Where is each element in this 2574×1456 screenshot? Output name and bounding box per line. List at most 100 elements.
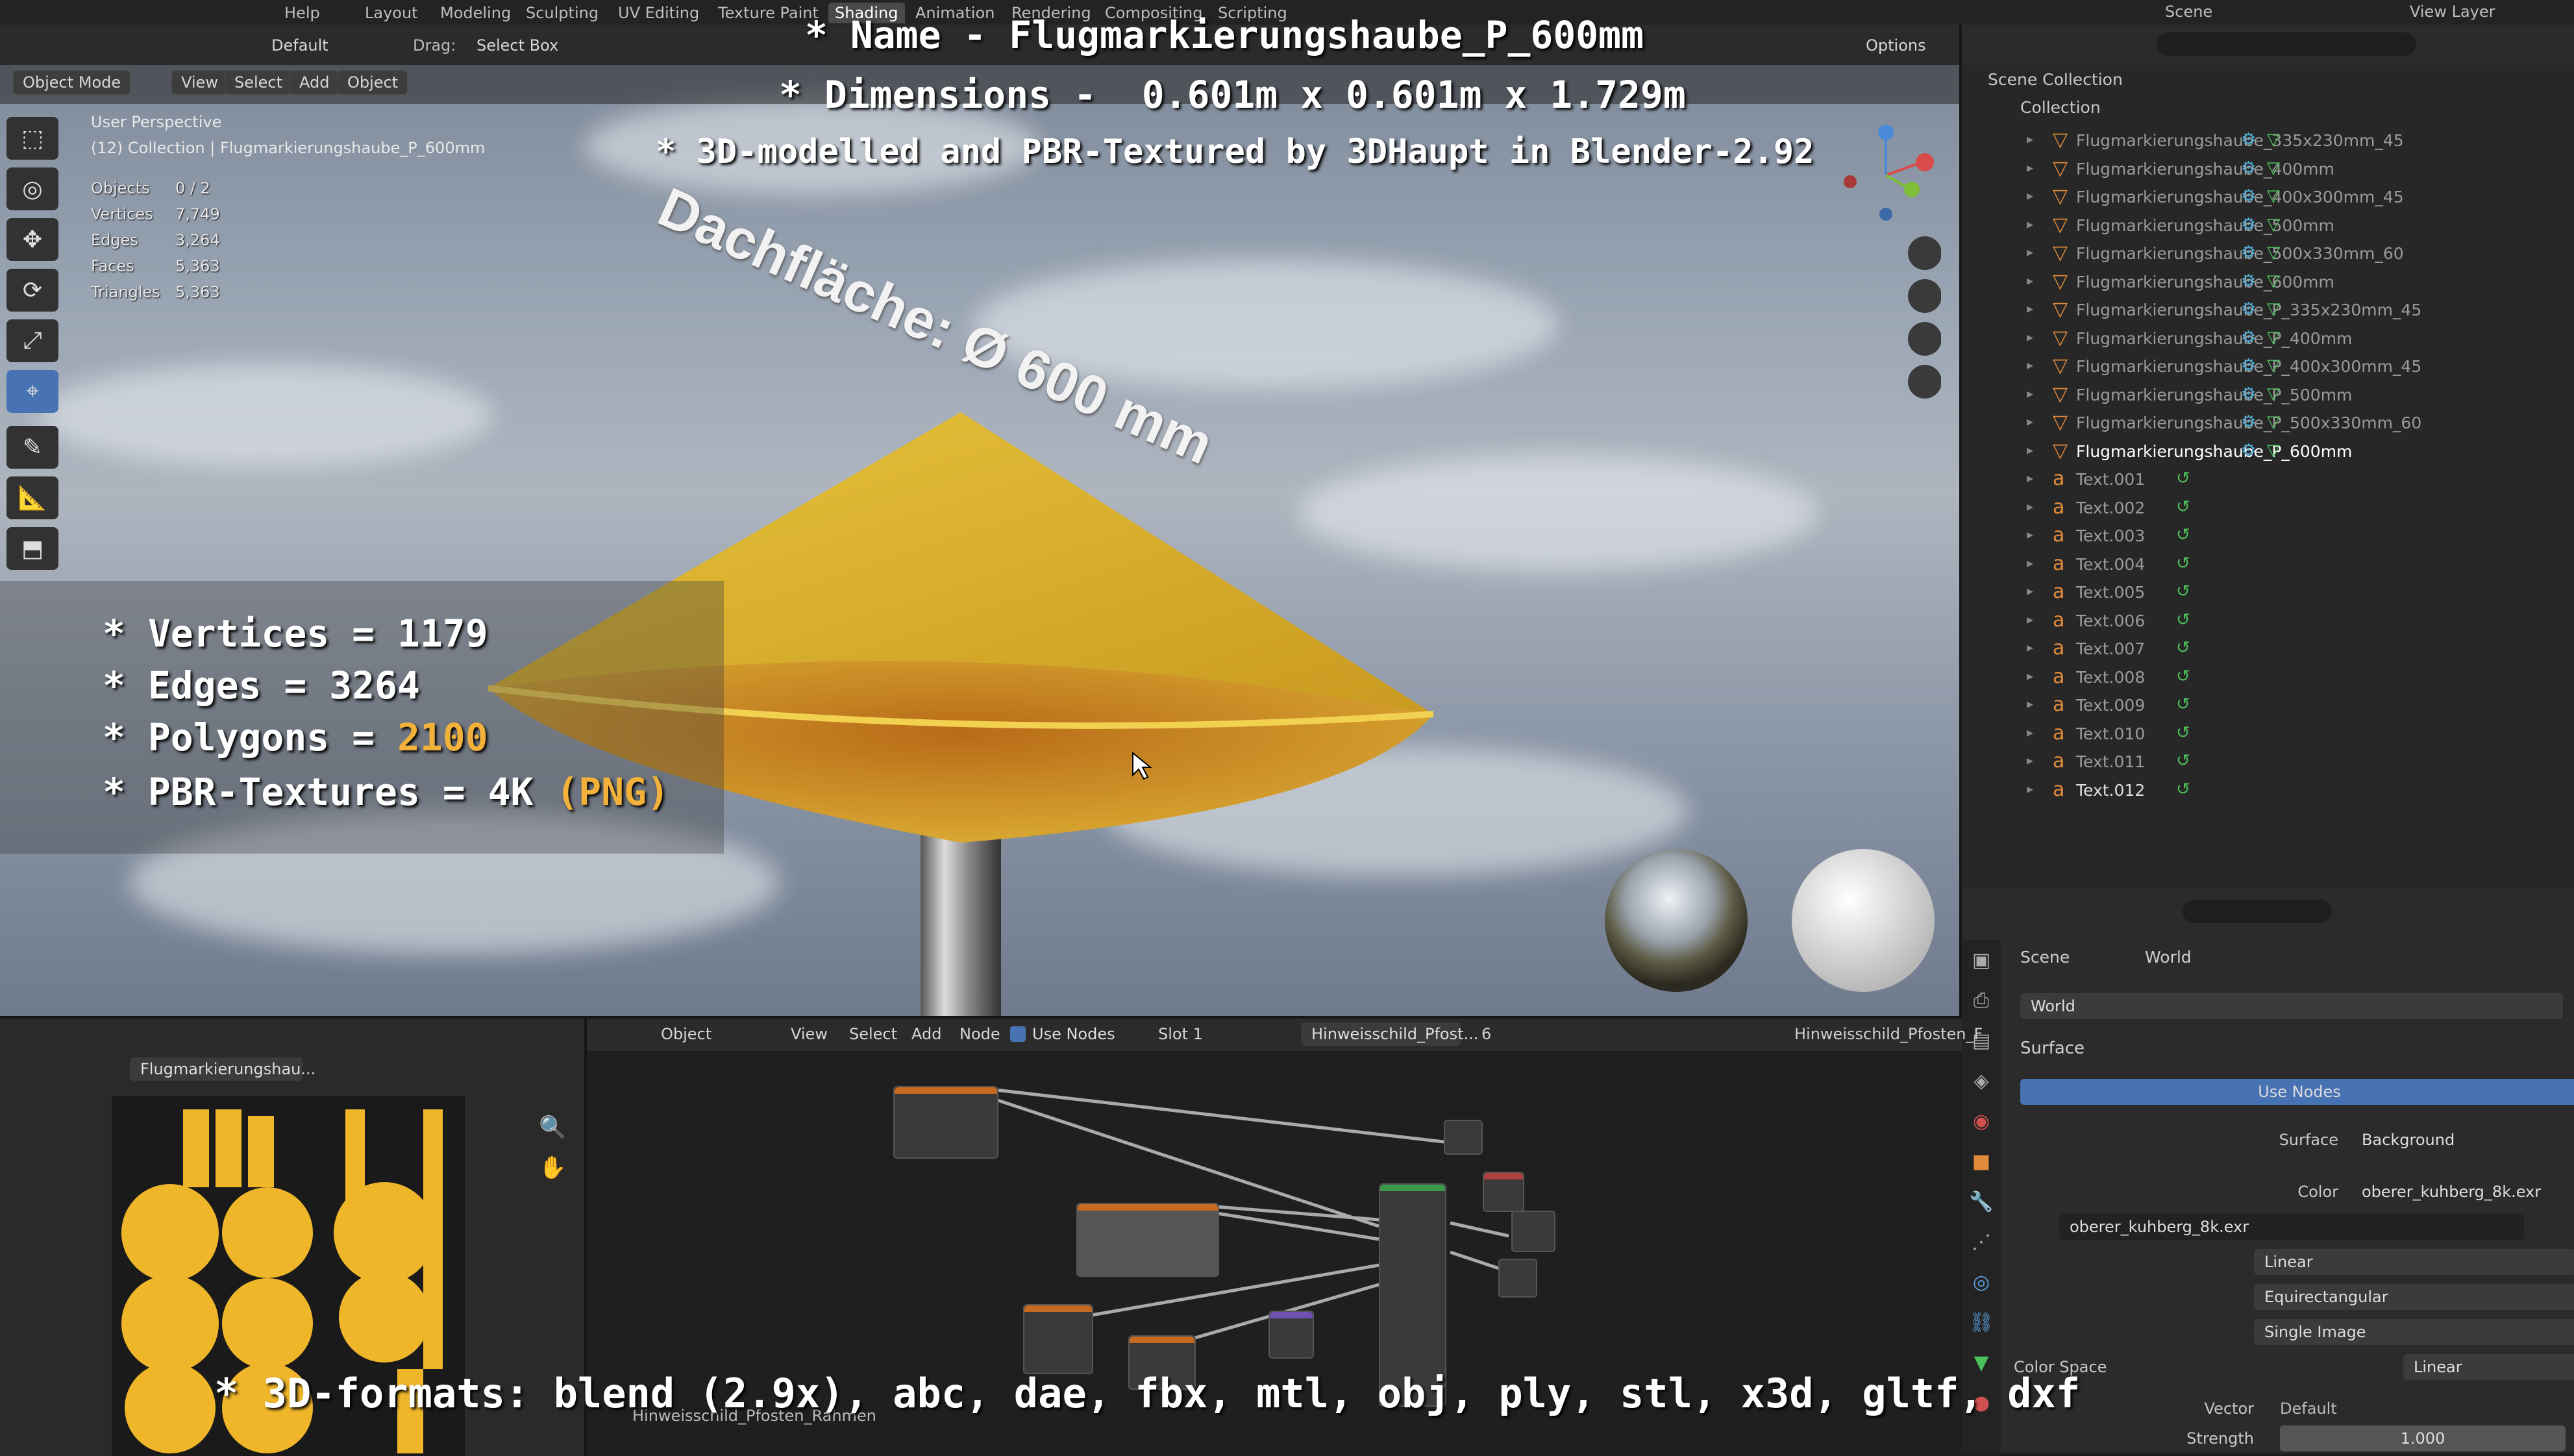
modifier-icon[interactable]: ⚙: [2241, 384, 2256, 404]
mesh-data-icon[interactable]: ▽: [2267, 328, 2280, 347]
expand-arrow-icon[interactable]: ▸: [2027, 499, 2033, 514]
expand-arrow-icon[interactable]: ▸: [2027, 329, 2033, 345]
image-name-field[interactable]: oberer_kuhberg_8k.exr: [2059, 1214, 2524, 1240]
rotate-tool-icon[interactable]: ⟳: [6, 269, 58, 312]
cursor-tool-icon[interactable]: ◎: [6, 167, 58, 210]
curve-data-icon[interactable]: ↺: [2176, 638, 2190, 658]
physics-tab-icon[interactable]: ◎: [1962, 1262, 2001, 1302]
mesh-data-icon[interactable]: ▽: [2267, 356, 2280, 375]
object-tab-icon[interactable]: ■: [1962, 1141, 2001, 1181]
modifier-icon[interactable]: ⚙: [2241, 441, 2256, 460]
expand-arrow-icon[interactable]: ▸: [2027, 555, 2033, 571]
mesh-data-icon[interactable]: ▽: [2267, 299, 2280, 319]
node-view-menu[interactable]: View: [782, 1022, 837, 1046]
workspace-tab-modeling[interactable]: Modeling: [434, 3, 517, 23]
modifier-icon[interactable]: ⚙: [2241, 412, 2256, 432]
outliner-item[interactable]: ▸ ▽ Flugmarkierungshaube_335x230mm_45 ⚙ ▽: [1962, 127, 2574, 154]
view-layer-selector[interactable]: View Layer: [2403, 1, 2502, 22]
outliner-item[interactable]: ▸ ▽ Flugmarkierungshaube_P_400mm ⚙ ▽: [1962, 325, 2574, 352]
object-menu[interactable]: Object: [338, 70, 408, 95]
mapping-node[interactable]: [1076, 1203, 1219, 1277]
collection-label[interactable]: Collection: [2020, 98, 2101, 117]
curve-data-icon[interactable]: ↺: [2176, 667, 2190, 686]
outliner-item[interactable]: ▸ a Text.002 ↺: [1962, 495, 2574, 522]
node-add-menu[interactable]: Add: [902, 1022, 950, 1046]
curve-data-icon[interactable]: ↺: [2176, 610, 2190, 630]
mesh-data-icon[interactable]: ▽: [2267, 186, 2280, 206]
3d-viewport[interactable]: Dachfläche: Ø 600 mm: [0, 65, 1959, 1016]
outliner-item[interactable]: ▸ ▽ Flugmarkierungshaube_600mm ⚙ ▽: [1962, 269, 2574, 296]
modifier-icon[interactable]: ⚙: [2241, 158, 2256, 178]
material-selector[interactable]: Hinweisschild_Pfost...: [1301, 1022, 1478, 1046]
curve-data-icon[interactable]: ↺: [2176, 497, 2190, 517]
expand-arrow-icon[interactable]: ▸: [2027, 696, 2033, 711]
curve-data-icon[interactable]: ↺: [2176, 469, 2190, 488]
vector-node[interactable]: [1268, 1311, 1314, 1359]
outliner-item[interactable]: ▸ a Text.006 ↺: [1962, 608, 2574, 635]
source-dropdown[interactable]: Single Image: [2254, 1319, 2574, 1345]
outliner-search-input[interactable]: [2157, 32, 2416, 56]
outliner-item[interactable]: ▸ ▽ Flugmarkierungshaube_400mm ⚙ ▽: [1962, 156, 2574, 183]
breadcrumb-world[interactable]: World: [2145, 948, 2192, 967]
expand-arrow-icon[interactable]: ▸: [2027, 470, 2033, 486]
modifier-icon[interactable]: ⚙: [2241, 215, 2256, 234]
expand-arrow-icon[interactable]: ▸: [2027, 273, 2033, 288]
vector-value[interactable]: Default: [2280, 1400, 2337, 1418]
texture-node[interactable]: [893, 1086, 998, 1159]
outliner-item[interactable]: ▸ a Text.009 ↺: [1962, 692, 2574, 719]
outliner-item[interactable]: ▸ a Text.012 ↺: [1962, 777, 2574, 804]
image-selector[interactable]: Flugmarkierungshau...: [130, 1057, 316, 1081]
annotate-tool-icon[interactable]: ✎: [6, 426, 58, 469]
menu-help[interactable]: Help: [278, 3, 327, 23]
outliner-item[interactable]: ▸ ▽ Flugmarkierungshaube_P_600mm ⚙ ▽: [1962, 438, 2574, 465]
material-slot-name[interactable]: Hinweisschild_Pfosten_F: [1794, 1025, 1983, 1043]
zoom-icon[interactable]: 🔍: [539, 1115, 566, 1141]
select-box-tool-icon[interactable]: ⬚: [6, 117, 58, 160]
expand-arrow-icon[interactable]: ▸: [2027, 668, 2033, 684]
mesh-data-icon[interactable]: ▽: [2267, 441, 2280, 460]
expand-arrow-icon[interactable]: ▸: [2027, 639, 2033, 655]
scene-tab-icon[interactable]: ◈: [1962, 1061, 2001, 1101]
outliner-item[interactable]: ▸ ▽ Flugmarkierungshaube_500x330mm_60 ⚙ ▽: [1962, 240, 2574, 267]
mesh-data-icon[interactable]: ▽: [2267, 384, 2280, 404]
surface-section-header[interactable]: Surface: [2020, 1039, 2085, 1058]
output-node-a[interactable]: [1444, 1120, 1483, 1155]
mesh-data-icon[interactable]: ▽: [2267, 243, 2280, 262]
view-menu[interactable]: View: [171, 70, 228, 95]
curve-data-icon[interactable]: ↺: [2176, 525, 2190, 545]
modifier-icon[interactable]: ⚙: [2241, 299, 2256, 319]
mesh-data-icon[interactable]: ▽: [2267, 412, 2280, 432]
scale-tool-icon[interactable]: ⤢: [6, 319, 58, 362]
node-object-dropdown[interactable]: Object: [652, 1022, 721, 1046]
expand-arrow-icon[interactable]: ▸: [2027, 357, 2033, 373]
modifier-icon[interactable]: ⚙: [2241, 328, 2256, 347]
outliner-item[interactable]: ▸ ▽ Flugmarkierungshaube_P_335x230mm_45 ⚙ ▽: [1962, 297, 2574, 324]
expand-arrow-icon[interactable]: ▸: [2027, 526, 2033, 542]
expand-arrow-icon[interactable]: ▸: [2027, 216, 2033, 232]
mesh-data-icon[interactable]: ▽: [2267, 215, 2280, 234]
world-tab-icon[interactable]: ◉: [1962, 1101, 2001, 1141]
options-button[interactable]: Options: [1857, 34, 1935, 57]
particles-tab-icon[interactable]: ⋰: [1962, 1222, 2001, 1262]
output-node-b[interactable]: [1483, 1172, 1524, 1212]
expand-arrow-icon[interactable]: ▸: [2027, 413, 2033, 429]
expand-arrow-icon[interactable]: ▸: [2027, 160, 2033, 175]
modifier-icon[interactable]: ⚙: [2241, 271, 2256, 291]
strength-slider[interactable]: 1.000: [2280, 1425, 2566, 1451]
modifier-icon[interactable]: ⚙: [2241, 356, 2256, 375]
curve-data-icon[interactable]: ↺: [2176, 582, 2190, 601]
interpolation-dropdown[interactable]: Linear: [2254, 1249, 2574, 1275]
workspace-tab-sculpting[interactable]: Sculpting: [519, 3, 605, 23]
node-node-menu[interactable]: Node: [950, 1022, 1009, 1046]
expand-arrow-icon[interactable]: ▸: [2027, 386, 2033, 401]
outliner-item[interactable]: ▸ ▽ Flugmarkierungshaube_P_500mm ⚙ ▽: [1962, 382, 2574, 409]
use-nodes-checkbox[interactable]: [1010, 1026, 1026, 1042]
node-select-menu[interactable]: Select: [840, 1022, 906, 1046]
constraints-tab-icon[interactable]: ⛓: [1962, 1302, 2001, 1342]
navigation-gizmo[interactable]: [1831, 117, 1941, 402]
object-mode-dropdown[interactable]: Object Mode: [13, 70, 131, 95]
use-nodes-button[interactable]: Use Nodes: [2020, 1079, 2574, 1105]
modifier-tab-icon[interactable]: 🔧: [1962, 1181, 2001, 1222]
expand-arrow-icon[interactable]: ▸: [2027, 442, 2033, 458]
curve-data-icon[interactable]: ↺: [2176, 554, 2190, 573]
